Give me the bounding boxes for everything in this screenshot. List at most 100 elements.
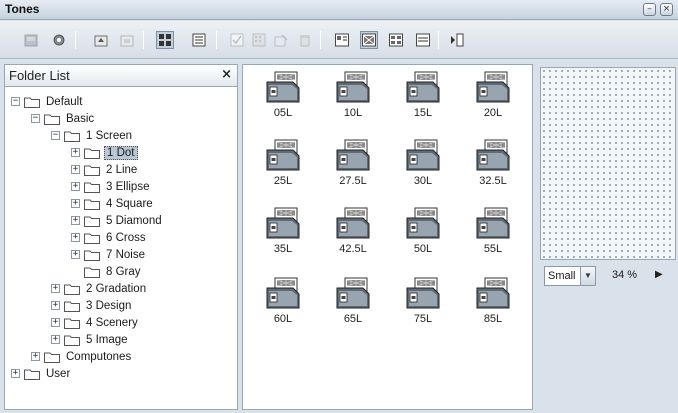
tree-item-dot[interactable]: + 1 Dot — [71, 144, 138, 161]
tone-icon — [406, 207, 440, 239]
tone-item[interactable]: 05L — [253, 71, 313, 127]
tone-icon — [476, 71, 510, 103]
folder-up-icon[interactable] — [92, 31, 110, 49]
collapse-toggle[interactable]: − — [11, 97, 20, 106]
tone-label: 30L — [413, 175, 433, 187]
minimize-button[interactable]: – — [643, 3, 656, 16]
expand-toggle[interactable]: + — [71, 199, 80, 208]
tone-item[interactable]: 75L — [393, 277, 453, 333]
tone-item[interactable]: 35L — [253, 207, 313, 263]
tree-item-gradation[interactable]: + 2 Gradation — [51, 280, 148, 297]
trash-icon[interactable] — [296, 31, 314, 49]
tone-label: 27.5L — [339, 175, 367, 187]
tone-item[interactable]: 85L — [463, 277, 523, 333]
tone-label: 05L — [273, 107, 293, 119]
tone-view-2-icon[interactable] — [360, 31, 378, 49]
tone-view-4-icon[interactable] — [414, 31, 432, 49]
tree-item-label: User — [46, 367, 71, 380]
tree-item-square[interactable]: + 4 Square — [71, 195, 155, 212]
tone-label: 75L — [413, 313, 433, 325]
tree-item-label: Computones — [66, 350, 132, 363]
tone-icon — [336, 207, 370, 239]
window-title: Tones — [5, 2, 40, 16]
tones-icon[interactable] — [22, 31, 40, 49]
expand-toggle[interactable]: + — [71, 250, 80, 259]
tree-item-computones[interactable]: + Computones — [31, 348, 133, 365]
tone-item[interactable]: 50L — [393, 207, 453, 263]
tree-item-default[interactable]: − Default — [11, 93, 84, 110]
tree-item-basic[interactable]: − Basic — [31, 110, 96, 127]
expand-toggle[interactable]: + — [71, 233, 80, 242]
tone-label: 65L — [343, 313, 363, 325]
expand-toggle[interactable]: + — [71, 148, 80, 157]
settings-icon[interactable] — [50, 31, 68, 49]
expand-toggle[interactable]: + — [71, 165, 80, 174]
tone-label: 50L — [413, 243, 433, 255]
tone-label: 15L — [413, 107, 433, 119]
collapse-toggle[interactable]: − — [51, 131, 60, 140]
tree-item-label: 4 Scenery — [86, 316, 138, 329]
tone-label: 20L — [483, 107, 503, 119]
tree-item-label: Default — [46, 95, 83, 108]
preview-size-select[interactable]: Small ▼ — [544, 266, 596, 286]
tone-item[interactable]: 65L — [323, 277, 383, 333]
folder-list-close-button[interactable]: × — [221, 67, 232, 82]
tone-icon — [336, 139, 370, 171]
tree-item-line[interactable]: + 2 Line — [71, 161, 139, 178]
tone-item[interactable]: 27.5L — [323, 139, 383, 195]
tree-item-cross[interactable]: + 6 Cross — [71, 229, 148, 246]
close-button[interactable]: × — [660, 3, 673, 16]
chevron-down-icon[interactable]: ▼ — [580, 267, 595, 285]
tone-view-3-icon[interactable] — [387, 31, 405, 49]
tone-icon — [476, 139, 510, 171]
tree-item-user[interactable]: + User — [11, 365, 72, 382]
expand-toggle[interactable]: + — [51, 284, 60, 293]
expand-toggle[interactable]: + — [31, 352, 40, 361]
tree-item-scenery[interactable]: + 4 Scenery — [51, 314, 140, 331]
tone-icon — [266, 277, 300, 309]
tree-item-design[interactable]: + 3 Design — [51, 297, 133, 314]
folder-icon — [84, 266, 100, 278]
tree-item-diamond[interactable]: + 5 Diamond — [71, 212, 164, 229]
tone-item[interactable]: 20L — [463, 71, 523, 127]
folder-icon — [84, 164, 100, 176]
tone-item[interactable]: 30L — [393, 139, 453, 195]
folder-icon[interactable] — [118, 31, 136, 49]
tone-item[interactable]: 42.5L — [323, 207, 383, 263]
tone-preview — [540, 67, 676, 260]
list-view-icon[interactable] — [190, 31, 208, 49]
preview-size-value: Small — [548, 270, 576, 282]
tone-item[interactable]: 15L — [393, 71, 453, 127]
tone-list-panel: 05L 10L 15L 20L 25L 27.5L 30L 32.5L 35L 42.5L 50L 5… — [242, 64, 533, 410]
tone-item[interactable]: 25L — [253, 139, 313, 195]
tone-item[interactable]: 10L — [323, 71, 383, 127]
collapse-toggle[interactable]: − — [31, 114, 40, 123]
folder-icon — [84, 147, 100, 159]
pattern-icon[interactable] — [250, 31, 268, 49]
tone-label: 35L — [273, 243, 293, 255]
play-arrow-icon[interactable]: ▶ — [655, 269, 663, 280]
tone-item[interactable]: 55L — [463, 207, 523, 263]
tone-item[interactable]: 60L — [253, 277, 313, 333]
tone-icon — [476, 207, 510, 239]
tree-item-gray[interactable]: 8 Gray — [71, 263, 143, 280]
expand-toggle[interactable]: + — [51, 318, 60, 327]
tree-item-noise[interactable]: + 7 Noise — [71, 246, 147, 263]
tree-item-ellipse[interactable]: + 3 Ellipse — [71, 178, 151, 195]
tone-icon — [406, 71, 440, 103]
rename-icon[interactable] — [272, 31, 290, 49]
expand-toggle[interactable]: + — [51, 335, 60, 344]
title-bar: Tones – × — [0, 0, 678, 20]
tone-item[interactable]: 32.5L — [463, 139, 523, 195]
checkbox-icon[interactable] — [228, 31, 246, 49]
expand-toggle[interactable]: + — [71, 216, 80, 225]
insert-icon[interactable] — [448, 31, 466, 49]
expand-toggle[interactable]: + — [51, 301, 60, 310]
tree-item-image[interactable]: + 5 Image — [51, 331, 130, 348]
tree-item-screen[interactable]: − 1 Screen — [51, 127, 134, 144]
tone-view-1-icon[interactable] — [333, 31, 351, 49]
tree-item-label: 2 Gradation — [86, 282, 147, 295]
expand-toggle[interactable]: + — [11, 369, 20, 378]
large-icons-icon[interactable] — [156, 31, 174, 49]
expand-toggle[interactable]: + — [71, 182, 80, 191]
